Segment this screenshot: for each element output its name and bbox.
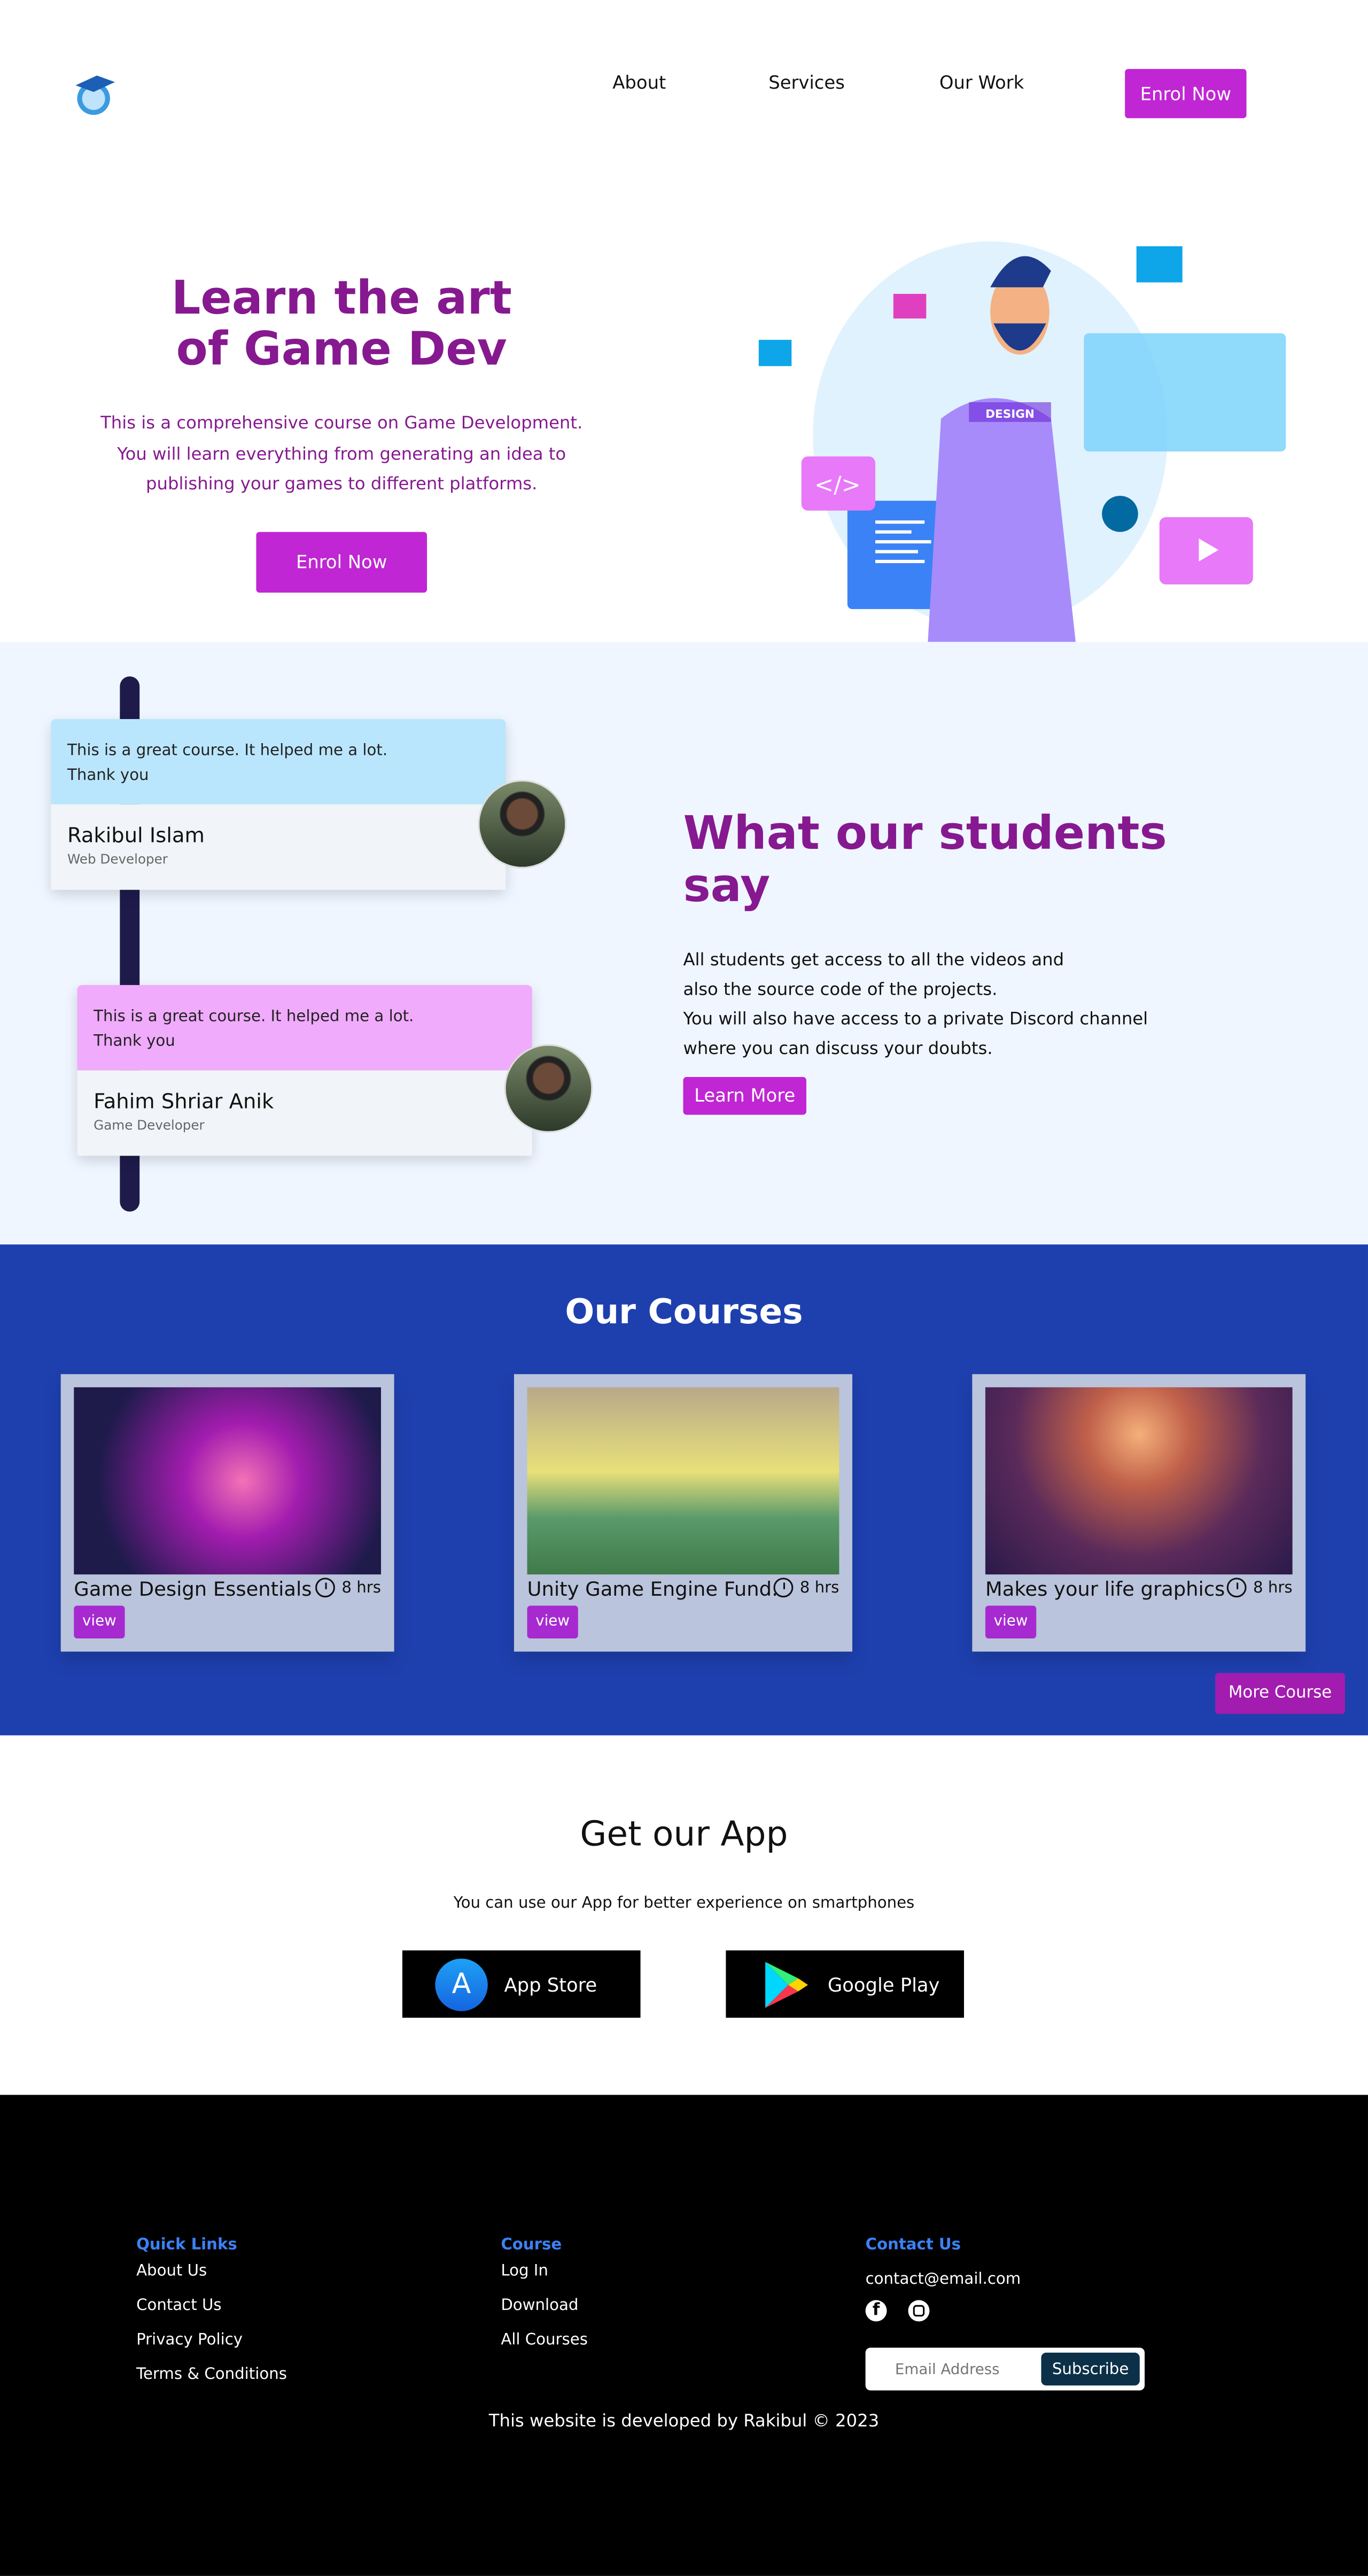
more-course-button[interactable]: More Course <box>1215 1673 1345 1714</box>
course-title: Unity Game Engine Fund. <box>527 1578 778 1601</box>
clock-icon <box>773 1578 794 1598</box>
nav-about[interactable]: About <box>612 72 666 93</box>
footer-link-privacy[interactable]: Privacy Policy <box>136 2331 243 2349</box>
course-card: Unity Game Engine Fund. 8 hrs view <box>514 1374 852 1652</box>
footer-link-all-courses[interactable]: All Courses <box>501 2331 588 2349</box>
student-name: Rakibul Islam <box>67 822 205 847</box>
subscribe-button[interactable]: Subscribe <box>1041 2352 1140 2386</box>
clock-icon <box>1226 1578 1247 1598</box>
courses-title: Our Courses <box>565 1292 803 1332</box>
heading-line: What our students <box>683 806 1167 861</box>
course-title: Makes your life graphics <box>985 1578 1225 1601</box>
email-input[interactable] <box>891 2354 1046 2387</box>
hero-text-line: publishing your games to different platf… <box>146 474 538 495</box>
hero-title: Learn the art of Game Dev <box>98 272 585 374</box>
footer-link-download[interactable]: Download <box>501 2297 578 2315</box>
app-title: Get our App <box>580 1814 788 1854</box>
heading-line: say <box>683 858 771 913</box>
hero-illustration: </> DESIGN <box>747 222 1305 642</box>
clock-icon <box>315 1578 336 1598</box>
hero-text-line: You will learn everything from generatin… <box>117 444 566 464</box>
course-duration: 8 hrs <box>1226 1578 1293 1598</box>
quote-text: Thank you <box>94 1033 175 1051</box>
course-title: Game Design Essentials <box>74 1578 312 1601</box>
contact-heading: Contact Us <box>865 2236 961 2254</box>
testimonials-section: This is a great course. It helped me a l… <box>0 642 1368 1245</box>
duration-text: 8 hrs <box>1253 1578 1293 1597</box>
nav-our-work[interactable]: Our Work <box>939 72 1024 93</box>
app-store-label: App Store <box>504 1972 597 1996</box>
course-image <box>74 1387 381 1575</box>
student-role: Game Developer <box>94 1118 205 1133</box>
quick-links-heading: Quick Links <box>136 2236 237 2254</box>
text-line: All students get access to all the video… <box>683 950 1064 971</box>
avatar <box>478 779 567 869</box>
testimonial-card: This is a great course. It helped me a l… <box>51 719 506 890</box>
course-card: Makes your life graphics 8 hrs view <box>972 1374 1306 1652</box>
courses-section: Our Courses Game Design Essentials 8 hrs… <box>0 1244 1368 1736</box>
hero-enrol-button[interactable]: Enrol Now <box>256 532 428 593</box>
course-image <box>985 1387 1293 1575</box>
duration-text: 8 hrs <box>799 1578 840 1597</box>
learn-more-button[interactable]: Learn More <box>683 1077 806 1115</box>
logo[interactable] <box>69 69 118 118</box>
course-duration: 8 hrs <box>315 1578 381 1598</box>
app-store-icon: A <box>435 1957 488 2011</box>
course-heading: Course <box>501 2236 562 2254</box>
nav-enrol-button[interactable]: Enrol Now <box>1125 69 1247 119</box>
student-name: Fahim Shriar Anik <box>94 1088 274 1113</box>
quote-text: This is a great course. It helped me a l… <box>67 742 388 760</box>
footer-link-about[interactable]: About Us <box>136 2262 207 2281</box>
testimonial-quote: This is a great course. It helped me a l… <box>77 985 532 1071</box>
testimonial-card: This is a great course. It helped me a l… <box>77 985 532 1156</box>
testimonials-text: All students get access to all the video… <box>683 946 1148 1064</box>
course-card: Game Design Essentials 8 hrs view <box>60 1374 394 1652</box>
google-play-icon <box>759 1958 811 2010</box>
quote-text: Thank you <box>67 767 149 785</box>
illustration-badge: DESIGN <box>985 408 1035 421</box>
course-image <box>527 1387 840 1575</box>
facebook-icon[interactable]: f <box>865 2300 887 2322</box>
app-subtitle: You can use our App for better experienc… <box>453 1894 915 1913</box>
duration-text: 8 hrs <box>341 1578 381 1597</box>
footer-link-contact[interactable]: Contact Us <box>136 2297 221 2315</box>
testimonial-quote: This is a great course. It helped me a l… <box>51 719 506 805</box>
svg-text:</>: </> <box>814 472 861 498</box>
google-play-label: Google Play <box>827 1972 940 1996</box>
student-role: Web Developer <box>67 852 168 867</box>
view-button[interactable]: view <box>527 1605 578 1639</box>
footer-link-terms[interactable]: Terms & Conditions <box>136 2366 287 2384</box>
footer-link-login[interactable]: Log In <box>501 2262 548 2281</box>
text-line: where you can discuss your doubts. <box>683 1039 993 1059</box>
google-play-button[interactable]: Google Play <box>726 1950 964 2018</box>
hero-text-line: This is a comprehensive course on Game D… <box>100 413 583 434</box>
footer: Quick Links About Us Contact Us Privacy … <box>0 2095 1368 2576</box>
view-button[interactable]: view <box>985 1605 1037 1639</box>
copyright: This website is developed by Rakibul © 2… <box>488 2411 880 2432</box>
nav-services[interactable]: Services <box>768 72 845 93</box>
subscribe-form: Subscribe <box>865 2347 1145 2391</box>
hero-title-line: of Game Dev <box>176 322 507 376</box>
text-line: also the source code of the projects. <box>683 980 998 1000</box>
quote-text: This is a great course. It helped me a l… <box>94 1008 414 1026</box>
text-line: You will also have access to a private D… <box>683 1010 1148 1029</box>
instagram-icon[interactable] <box>908 2300 930 2322</box>
avatar <box>504 1044 593 1133</box>
view-button[interactable]: view <box>74 1605 125 1639</box>
hero-description: This is a comprehensive course on Game D… <box>66 409 618 500</box>
contact-email[interactable]: contact@email.com <box>866 2270 1021 2289</box>
course-duration: 8 hrs <box>773 1578 840 1598</box>
testimonials-heading: What our students say <box>683 806 1167 913</box>
hero-title-line: Learn the art <box>171 271 512 325</box>
app-store-button[interactable]: A App Store <box>402 1950 641 2018</box>
